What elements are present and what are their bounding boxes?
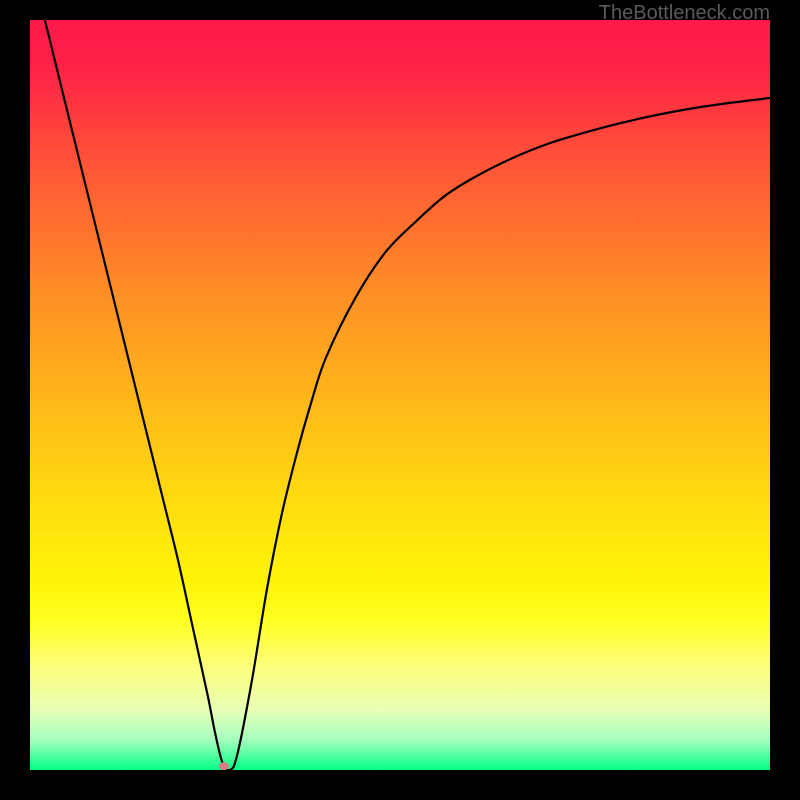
optimal-point-marker (219, 762, 229, 770)
watermark-text: TheBottleneck.com (599, 2, 770, 25)
curve-layer (30, 20, 770, 770)
bottleneck-curve (30, 20, 770, 770)
